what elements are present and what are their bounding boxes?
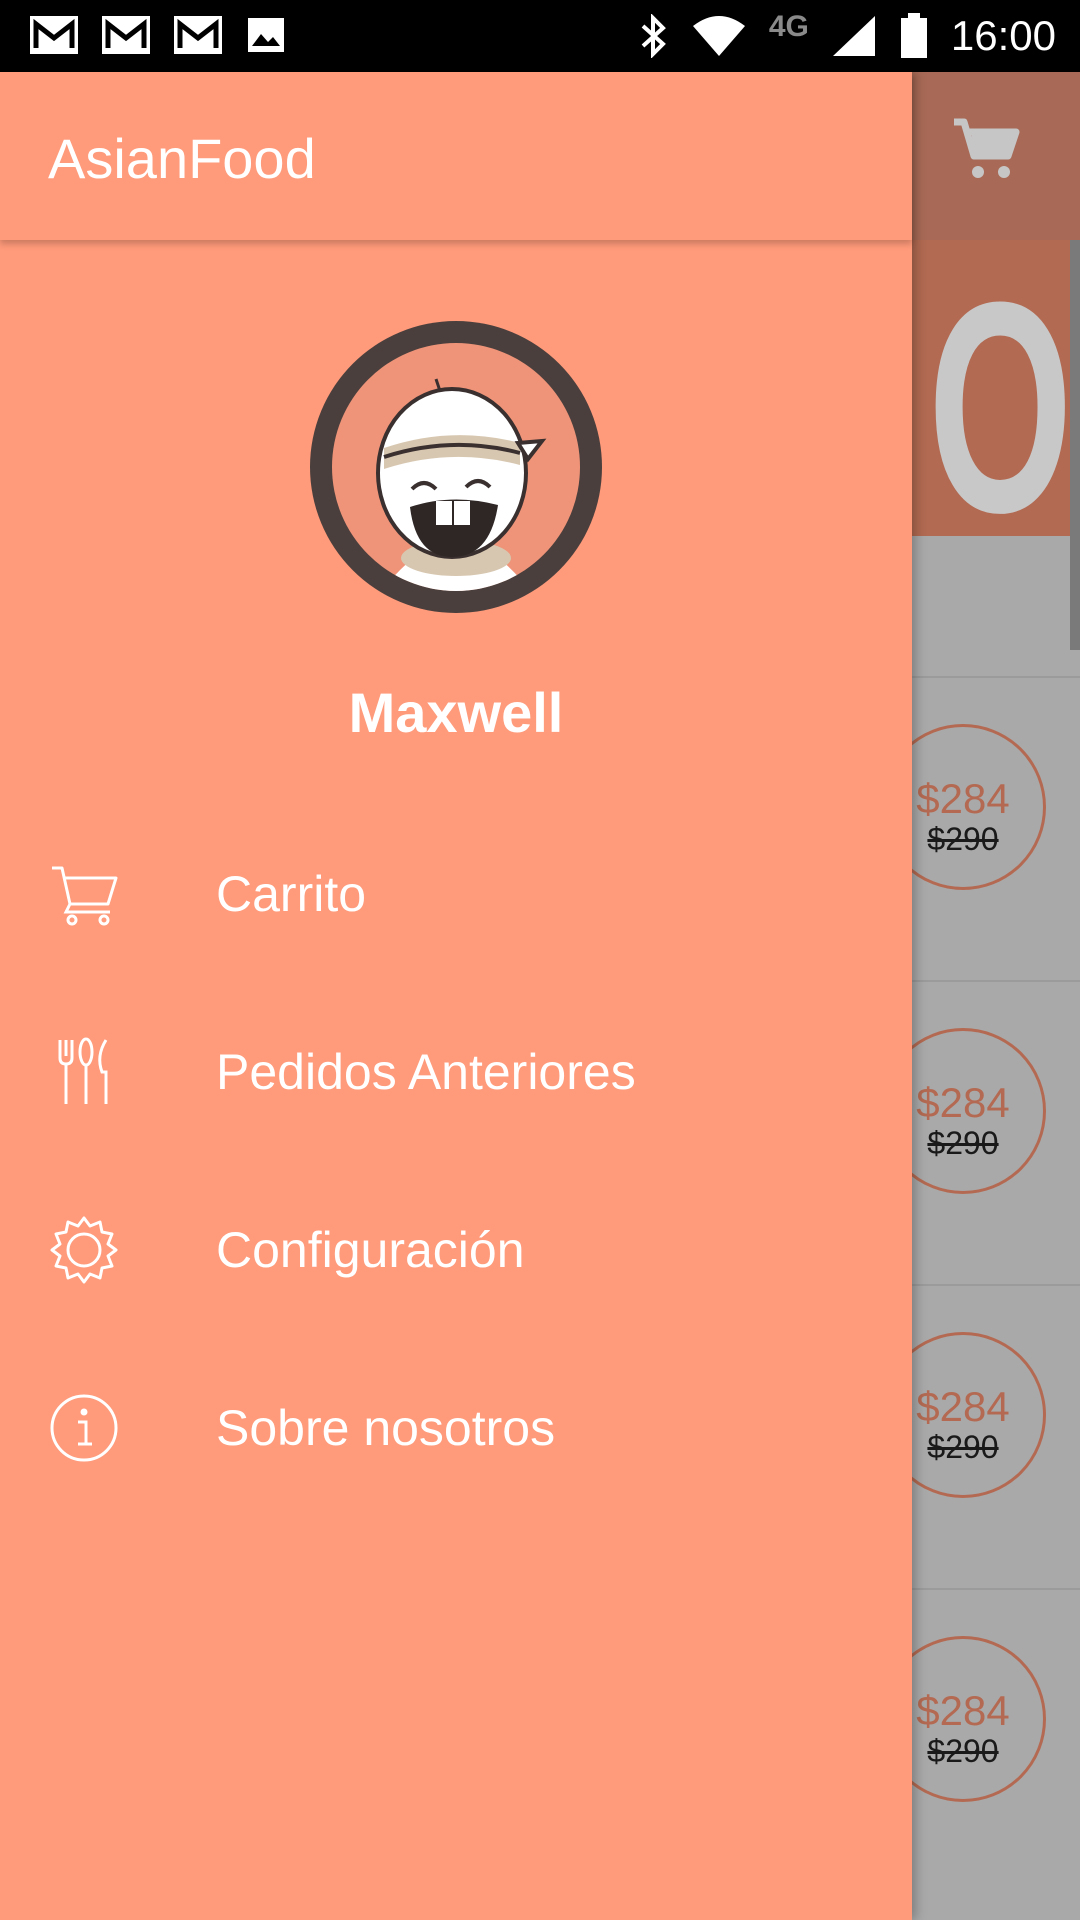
- avatar-illustration: [332, 343, 580, 591]
- battery-icon: [900, 13, 927, 58]
- menu-item-label: Configuración: [216, 1222, 525, 1278]
- network-type: 4G: [768, 10, 809, 43]
- gear-icon: [50, 1216, 118, 1284]
- menu-item-orders[interactable]: Pedidos Anteriores: [0, 1012, 912, 1132]
- avatar[interactable]: [310, 321, 602, 613]
- status-bar: 4G 16:00: [0, 0, 1080, 72]
- bluetooth-icon: [641, 14, 666, 58]
- cutlery-icon: [58, 1037, 108, 1104]
- menu-item-about[interactable]: Sobre nosotros: [0, 1368, 912, 1488]
- clock: 16:00: [950, 12, 1056, 59]
- gmail-icon: [174, 16, 222, 54]
- cart-icon[interactable]: [950, 116, 1020, 182]
- signal-icon: [832, 16, 875, 56]
- menu-item-settings[interactable]: Configuración: [0, 1190, 912, 1310]
- drawer-header: AsianFood: [0, 72, 912, 240]
- menu-item-label: Sobre nosotros: [216, 1400, 556, 1456]
- image-icon: [248, 18, 284, 52]
- scrollbar[interactable]: [1070, 240, 1080, 650]
- menu-item-label: Carrito: [216, 866, 367, 922]
- menu-item-cart[interactable]: Carrito: [0, 834, 912, 954]
- user-name: Maxwell: [348, 681, 564, 744]
- info-icon: [50, 1394, 118, 1462]
- mascot-icon: [376, 378, 547, 591]
- banner-text: OD: [928, 240, 1070, 536]
- wifi-icon: [692, 16, 745, 56]
- gmail-icon: [30, 16, 78, 54]
- navigation-drawer: AsianFood Maxwell Carrito Pedidos Anteri…: [0, 72, 912, 1920]
- app-title: AsianFood: [48, 127, 316, 190]
- menu-item-label: Pedidos Anteriores: [216, 1044, 636, 1100]
- cart-icon: [52, 866, 118, 926]
- gmail-icon: [102, 16, 150, 54]
